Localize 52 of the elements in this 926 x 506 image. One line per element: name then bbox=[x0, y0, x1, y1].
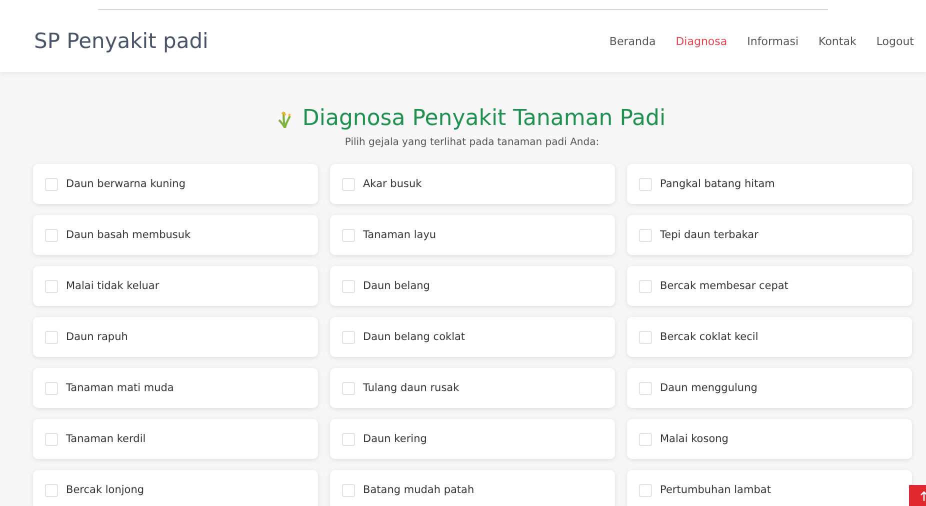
checkbox[interactable] bbox=[639, 228, 652, 242]
brand-logo[interactable]: SP Penyakit padi bbox=[34, 29, 208, 53]
symptom-option[interactable]: Daun rapuh bbox=[33, 317, 318, 357]
symptom-option[interactable]: Daun belang bbox=[330, 266, 615, 306]
checkbox[interactable] bbox=[639, 382, 652, 394]
symptom-option[interactable]: Tulang daun rusak bbox=[330, 368, 615, 408]
checkbox[interactable] bbox=[639, 280, 652, 292]
checkbox[interactable] bbox=[342, 382, 355, 394]
checkbox[interactable] bbox=[342, 280, 355, 292]
checkbox[interactable] bbox=[342, 484, 355, 496]
checkbox[interactable] bbox=[639, 330, 652, 344]
symptom-option[interactable]: Bercak lonjong bbox=[33, 470, 318, 506]
symptom-option[interactable]: Daun menggulung bbox=[627, 368, 912, 408]
nav-link[interactable]: Beranda bbox=[609, 34, 656, 48]
symptom-option[interactable]: Daun kering bbox=[330, 419, 615, 459]
symptom-option[interactable]: Tepi daun terbakar bbox=[627, 215, 912, 255]
checkbox[interactable] bbox=[639, 432, 652, 446]
nav-link[interactable]: Informasi bbox=[747, 34, 799, 48]
checkbox[interactable] bbox=[45, 228, 58, 242]
page-title: Diagnosa Penyakit Tanaman Padi bbox=[302, 106, 666, 131]
checkbox[interactable] bbox=[342, 432, 355, 446]
checkbox[interactable] bbox=[639, 484, 652, 496]
checkbox[interactable] bbox=[342, 228, 355, 242]
symptom-option[interactable]: Malai kosong bbox=[627, 419, 912, 459]
checkbox[interactable] bbox=[342, 330, 355, 344]
up-arrow-icon bbox=[920, 491, 926, 501]
symptom-option[interactable]: Tanaman kerdil bbox=[33, 419, 318, 459]
checkbox[interactable] bbox=[45, 330, 58, 344]
symptom-option[interactable]: Pangkal batang hitam bbox=[627, 164, 912, 204]
symptom-option[interactable]: Bercak coklat kecil bbox=[627, 317, 912, 357]
checkbox[interactable] bbox=[639, 178, 652, 190]
symptom-option[interactable]: Batang mudah patah bbox=[330, 470, 615, 506]
page-subtitle: Pilih gejala yang terlihat pada tanaman padi Anda: bbox=[344, 137, 600, 148]
checkbox[interactable] bbox=[45, 484, 58, 496]
rice-plant-icon bbox=[278, 110, 292, 128]
checkbox[interactable] bbox=[45, 178, 58, 190]
symptom-option[interactable]: Akar busuk bbox=[330, 164, 615, 204]
nav-link[interactable]: Logout bbox=[876, 34, 914, 48]
symptom-option[interactable]: Daun basah membusuk bbox=[33, 215, 318, 255]
symptom-option[interactable]: Malai tidak keluar bbox=[33, 266, 318, 306]
symptom-option[interactable]: Daun belang coklat bbox=[330, 317, 615, 357]
checkbox[interactable] bbox=[45, 382, 58, 394]
checkbox[interactable] bbox=[342, 178, 355, 190]
nav-link[interactable]: Kontak bbox=[818, 34, 856, 48]
checkbox[interactable] bbox=[45, 280, 58, 292]
symptom-option[interactable]: Bercak membesar cepat bbox=[627, 266, 912, 306]
symptom-option[interactable]: Tanaman layu bbox=[330, 215, 615, 255]
nav-link[interactable]: Diagnosa bbox=[676, 34, 728, 48]
symptom-option[interactable]: Tanaman mati muda bbox=[33, 368, 318, 408]
symptom-option[interactable]: Pertumbuhan lambat bbox=[627, 470, 912, 506]
symptom-option[interactable]: Daun berwarna kuning bbox=[33, 164, 318, 204]
checkbox[interactable] bbox=[45, 432, 58, 446]
